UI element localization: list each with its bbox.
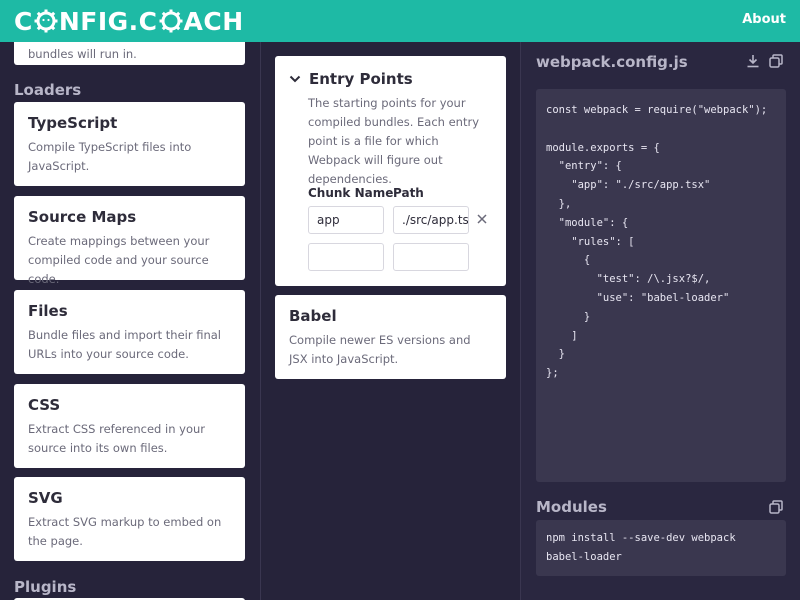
entry-points-desc: The starting points for your compiled bu… — [308, 96, 480, 186]
typescript-card[interactable]: TypeScript Compile TypeScript files into… — [14, 102, 245, 186]
chunk-name-input[interactable]: app — [308, 206, 384, 234]
app-header: C NFIG.C ACH About — [0, 0, 800, 42]
modules-title: Modules — [536, 498, 607, 516]
entry-points-card: Entry Points The starting points for you… — [275, 56, 506, 286]
right-column: webpack.config.js const webpack = requir… — [521, 42, 800, 600]
new-path-input[interactable] — [393, 243, 469, 271]
chevron-down-icon[interactable] — [289, 73, 301, 85]
config-title: webpack.config.js — [536, 53, 688, 71]
logo[interactable]: C NFIG.C ACH — [14, 6, 244, 36]
card-desc: Bundle files and import their final URLs… — [28, 328, 221, 361]
config-code-block[interactable]: const webpack = require("webpack"); modu… — [536, 89, 786, 482]
loaders-label: Loaders — [14, 81, 82, 99]
babel-card[interactable]: Babel Compile newer ES versions and JSX … — [275, 295, 506, 379]
card-title: Babel — [289, 307, 337, 325]
gear-logo-icon — [34, 9, 58, 33]
download-icon[interactable] — [746, 54, 760, 68]
css-card[interactable]: CSS Extract CSS referenced in your sourc… — [14, 384, 245, 468]
logo-text-2: NFIG.C — [58, 6, 158, 36]
logo-text-1: C — [14, 6, 33, 36]
copy-icon[interactable] — [769, 500, 783, 514]
card-title: CSS — [28, 396, 61, 414]
card-desc: Extract SVG markup to embed on the page. — [28, 515, 222, 548]
card-title: Source Maps — [28, 208, 137, 226]
files-card[interactable]: Files Bundle files and import their fina… — [14, 290, 245, 374]
path-input[interactable]: ./src/app.tsx — [393, 206, 469, 234]
partial-card[interactable]: bundles will run in. — [14, 42, 245, 65]
copy-icon[interactable] — [769, 54, 783, 68]
modules-code-block[interactable]: npm install --save-dev webpack babel-loa… — [536, 520, 786, 576]
card-title: Files — [28, 302, 68, 320]
card-desc: Extract CSS referenced in your source in… — [28, 422, 205, 455]
new-chunk-name-input[interactable] — [308, 243, 384, 271]
about-link[interactable]: About — [742, 12, 786, 27]
partial-card-text: bundles will run in. — [28, 47, 137, 61]
card-desc: Compile newer ES versions and JSX into J… — [289, 333, 471, 366]
card-desc: Create mappings between your compiled co… — [28, 234, 210, 286]
modules-command: npm install --save-dev webpack babel-loa… — [546, 532, 736, 563]
middle-column: Entry Points The starting points for you… — [260, 42, 521, 600]
config-code: const webpack = require("webpack"); modu… — [546, 104, 768, 380]
card-title: TypeScript — [28, 114, 118, 132]
entry-points-title: Entry Points — [309, 70, 413, 88]
logo-text-3: ACH — [183, 6, 244, 36]
card-title: SVG — [28, 489, 63, 507]
entry-points-header[interactable]: Entry Points — [289, 70, 413, 88]
remove-entry-icon[interactable] — [476, 213, 488, 225]
gear-logo-icon — [159, 9, 183, 33]
chunk-name-header: Chunk Name — [308, 186, 394, 200]
path-header: Path — [393, 186, 424, 200]
left-column: bundles will run in. Loaders TypeScript … — [0, 42, 260, 600]
plugins-label: Plugins — [14, 578, 77, 596]
source-maps-card[interactable]: Source Maps Create mappings between your… — [14, 196, 245, 286]
svg-card[interactable]: SVG Extract SVG markup to embed on the p… — [14, 477, 245, 561]
card-desc: Compile TypeScript files into JavaScript… — [28, 140, 192, 173]
